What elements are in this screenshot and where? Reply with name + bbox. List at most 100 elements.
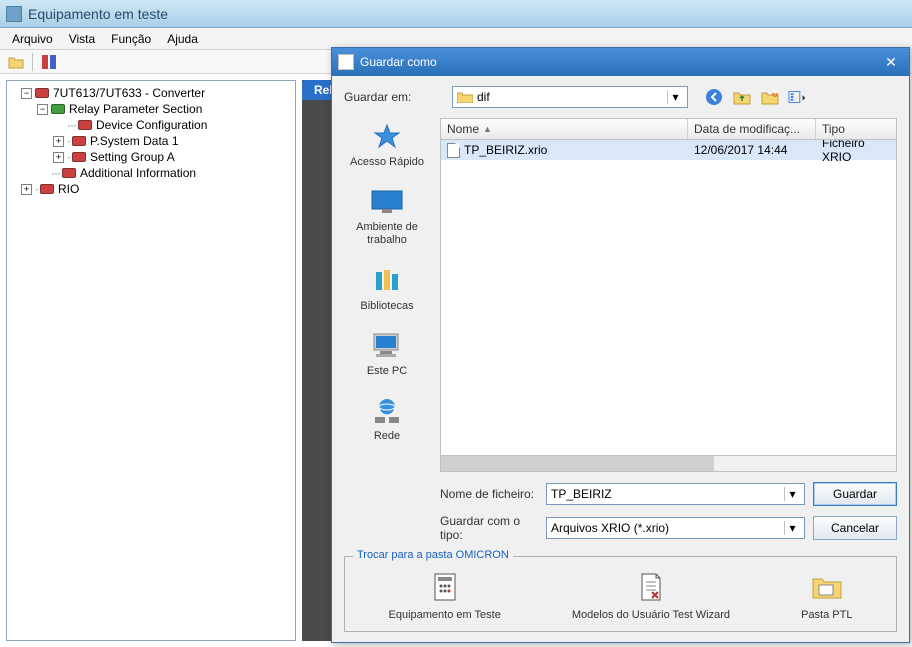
place-this-pc[interactable]: Este PC xyxy=(367,331,407,378)
dialog-icon xyxy=(338,54,354,70)
place-libraries[interactable]: Bibliotecas xyxy=(360,266,413,313)
pc-icon xyxy=(369,331,405,361)
menu-funcao[interactable]: Função xyxy=(103,30,159,48)
app-icon xyxy=(6,6,22,22)
sort-asc-icon: ▲ xyxy=(483,124,492,134)
save-in-label: Guardar em: xyxy=(344,90,446,104)
column-date[interactable]: Data de modificaç... xyxy=(688,119,816,139)
network-icon xyxy=(369,396,405,426)
shortcut-ptl-label: Pasta PTL xyxy=(801,609,852,621)
column-name-label: Nome xyxy=(447,122,479,136)
expand-icon[interactable]: + xyxy=(53,152,64,163)
folder-green-icon xyxy=(51,104,65,114)
place-quick-label: Acesso Rápido xyxy=(350,156,424,169)
open-file-icon[interactable] xyxy=(6,52,26,72)
expand-icon[interactable]: + xyxy=(53,136,64,147)
document-icon xyxy=(635,571,667,603)
save-in-value: dif xyxy=(477,90,490,104)
shortcut-ptl[interactable]: Pasta PTL xyxy=(801,571,852,621)
ptl-folder-icon xyxy=(811,571,843,603)
tree-device-config-label: Device Configuration xyxy=(96,118,207,132)
device-icon xyxy=(35,88,49,98)
desktop-icon xyxy=(369,187,405,217)
column-date-label: Data de modificaç... xyxy=(694,122,800,136)
tree-additional[interactable]: ··· Additional Information xyxy=(9,165,293,181)
item-icon xyxy=(40,184,54,194)
filetype-select[interactable]: Arquivos XRIO (*.xrio) ▾ xyxy=(546,517,805,539)
main-title: Equipamento em teste xyxy=(28,6,168,22)
place-desktop[interactable]: Ambiente de trabalho xyxy=(344,187,430,247)
collapse-icon[interactable]: − xyxy=(21,88,32,99)
save-in-combo[interactable]: dif ▾ xyxy=(452,86,688,108)
svg-text:✶: ✶ xyxy=(770,89,779,99)
back-icon[interactable] xyxy=(704,87,724,107)
dialog-title: Guardar como xyxy=(360,55,437,69)
tree-psystem[interactable]: + · P.System Data 1 xyxy=(9,133,293,149)
tree-device-config[interactable]: ··· Device Configuration xyxy=(9,117,293,133)
equipment-icon xyxy=(429,571,461,603)
column-type-label: Tipo xyxy=(822,122,845,136)
views-icon[interactable] xyxy=(788,87,808,107)
shortcut-equipment[interactable]: Equipamento em Teste xyxy=(389,571,501,621)
toolbar-separator xyxy=(32,53,33,71)
scroll-thumb[interactable] xyxy=(441,456,714,471)
tree-setting-group[interactable]: + · Setting Group A xyxy=(9,149,293,165)
file-date: 12/06/2017 14:44 xyxy=(688,143,816,157)
expand-icon[interactable]: + xyxy=(21,184,32,195)
tree-relay-label: Relay Parameter Section xyxy=(69,102,202,116)
place-desktop-label: Ambiente de trabalho xyxy=(344,221,430,247)
tree-setting-group-label: Setting Group A xyxy=(90,150,175,164)
star-icon xyxy=(369,122,405,152)
tree-additional-label: Additional Information xyxy=(80,166,196,180)
place-libraries-label: Bibliotecas xyxy=(360,300,413,313)
filetype-value: Arquivos XRIO (*.xrio) xyxy=(551,521,669,535)
column-type[interactable]: Tipo xyxy=(816,119,896,139)
tree-panel[interactable]: − 7UT613/7UT633 - Converter − Relay Para… xyxy=(6,80,296,641)
tree-root-label: 7UT613/7UT633 - Converter xyxy=(53,86,205,100)
place-network-label: Rede xyxy=(374,430,400,443)
filename-input[interactable]: TP_BEIRIZ ▾ xyxy=(546,483,805,505)
column-name[interactable]: Nome ▲ xyxy=(441,119,688,139)
tree-root[interactable]: − 7UT613/7UT633 - Converter xyxy=(9,85,293,101)
shortcut-models[interactable]: Modelos do Usuário Test Wizard xyxy=(572,571,730,621)
main-titlebar: Equipamento em teste xyxy=(0,0,912,28)
menu-arquivo[interactable]: Arquivo xyxy=(4,30,61,48)
save-button[interactable]: Guardar xyxy=(813,482,897,506)
file-row[interactable]: TP_BEIRIZ.xrio 12/06/2017 14:44 Ficheiro… xyxy=(441,140,896,160)
libraries-icon xyxy=(369,266,405,296)
filename-value: TP_BEIRIZ xyxy=(551,487,612,501)
toggle-view-icon[interactable] xyxy=(39,52,59,72)
places-bar: Acesso Rápido Ambiente de trabalho Bibli… xyxy=(344,118,430,550)
item-icon xyxy=(72,136,86,146)
tree-relay-section[interactable]: − Relay Parameter Section xyxy=(9,101,293,117)
place-network[interactable]: Rede xyxy=(369,396,405,443)
filetype-label: Guardar com o tipo: xyxy=(440,514,538,542)
file-name: TP_BEIRIZ.xrio xyxy=(464,143,547,157)
cancel-button[interactable]: Cancelar xyxy=(813,516,897,540)
place-quick-access[interactable]: Acesso Rápido xyxy=(350,122,424,169)
collapse-icon[interactable]: − xyxy=(37,104,48,115)
shortcut-equip-label: Equipamento em Teste xyxy=(389,609,501,621)
file-icon xyxy=(447,143,460,158)
chevron-down-icon[interactable]: ▾ xyxy=(784,487,800,501)
new-folder-icon[interactable]: ✶ xyxy=(760,87,780,107)
file-list[interactable]: TP_BEIRIZ.xrio 12/06/2017 14:44 Ficheiro… xyxy=(440,140,897,456)
shortcut-models-label: Modelos do Usuário Test Wizard xyxy=(572,609,730,621)
item-icon xyxy=(62,168,76,178)
menu-ajuda[interactable]: Ajuda xyxy=(159,30,206,48)
close-icon[interactable]: ✕ xyxy=(879,54,903,71)
chevron-down-icon[interactable]: ▾ xyxy=(784,521,800,535)
dialog-titlebar[interactable]: Guardar como ✕ xyxy=(332,48,909,76)
menu-vista[interactable]: Vista xyxy=(61,30,103,48)
folder-icon xyxy=(457,91,473,103)
group-legend: Trocar para a pasta OMICRON xyxy=(353,549,513,561)
item-icon xyxy=(78,120,92,130)
file-list-header: Nome ▲ Data de modificaç... Tipo xyxy=(440,118,897,140)
file-type: Ficheiro XRIO xyxy=(816,140,896,164)
chevron-down-icon[interactable]: ▾ xyxy=(667,90,683,104)
horizontal-scrollbar[interactable] xyxy=(440,456,897,472)
up-one-level-icon[interactable] xyxy=(732,87,752,107)
tree-rio[interactable]: + · RIO xyxy=(9,181,293,197)
place-thispc-label: Este PC xyxy=(367,365,407,378)
omicron-group: Trocar para a pasta OMICRON Equipamento … xyxy=(344,556,897,632)
